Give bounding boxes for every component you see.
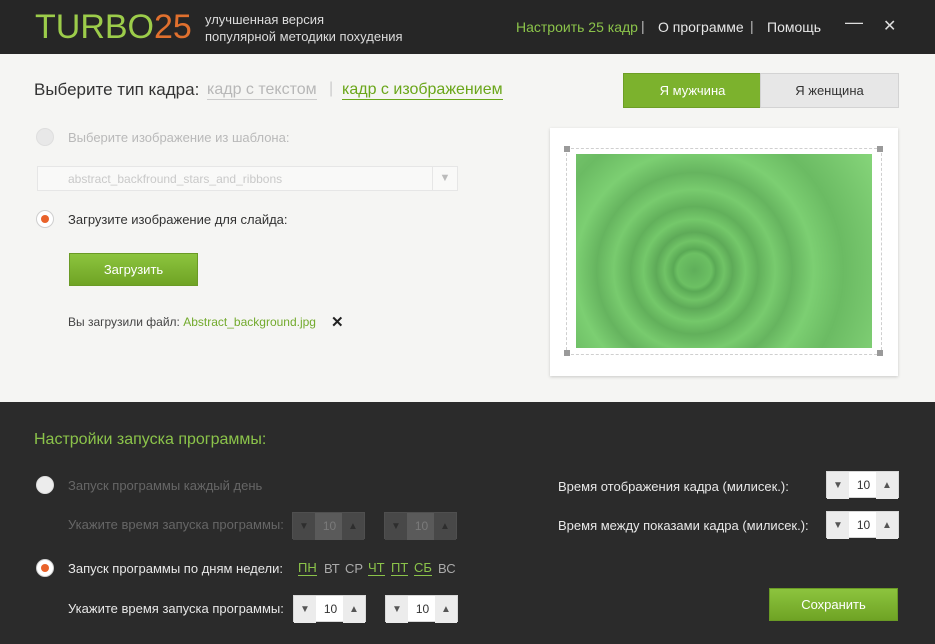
weekly-hours-value[interactable]: 10: [316, 596, 345, 623]
uploaded-prefix: Вы загрузили файл:: [68, 315, 180, 329]
tagline-line-2: популярной методики похудения: [205, 29, 403, 44]
daily-minutes-stepper[interactable]: ▼ 10 ▲: [384, 512, 457, 540]
remove-file-icon[interactable]: ✕: [331, 313, 344, 331]
daily-time-label: Укажите время запуска программы:: [68, 517, 284, 532]
close-icon[interactable]: ✕: [883, 16, 896, 36]
day-thu[interactable]: ЧТ: [368, 561, 385, 576]
between-time-stepper[interactable]: ▼ 10 ▲: [826, 511, 899, 539]
nav-about[interactable]: О программе: [658, 19, 744, 35]
between-time-value[interactable]: 10: [849, 512, 878, 539]
app-tagline: улучшенная версия популярной методики по…: [205, 11, 403, 45]
app-logo: TURBO25: [35, 8, 192, 47]
frame-type-image-link[interactable]: кадр с изображением: [342, 81, 503, 100]
weekly-minutes-value[interactable]: 10: [408, 596, 437, 623]
launch-settings-title: Настройки запуска программы:: [34, 431, 267, 448]
crop-handle[interactable]: [877, 146, 883, 152]
chevron-up-icon[interactable]: ▲: [342, 513, 364, 540]
display-time-stepper[interactable]: ▼ 10 ▲: [826, 471, 899, 499]
tagline-line-1: улучшенная версия: [205, 12, 324, 27]
day-fri[interactable]: ПТ: [391, 561, 409, 576]
minimize-icon[interactable]: —: [845, 12, 863, 33]
save-button[interactable]: Сохранить: [769, 588, 898, 621]
weekly-hours-stepper[interactable]: ▼ 10 ▲: [293, 595, 366, 623]
between-time-label: Время между показами кадра (милисек.):: [558, 518, 809, 533]
day-tue[interactable]: ВТ: [324, 561, 340, 576]
daily-hours-stepper[interactable]: ▼ 10 ▲: [292, 512, 365, 540]
day-wed[interactable]: СР: [345, 561, 363, 576]
uploaded-file-link[interactable]: Abstract_background.jpg: [183, 315, 316, 329]
chevron-up-icon[interactable]: ▲: [343, 596, 365, 623]
display-time-label: Время отображения кадра (милисек.):: [558, 479, 789, 494]
weekly-label: Запуск программы по дням недели:: [68, 561, 284, 576]
day-sat[interactable]: СБ: [414, 561, 432, 576]
frame-type-text-link[interactable]: кадр с текстом: [207, 81, 317, 100]
upload-button[interactable]: Загрузить: [69, 253, 198, 286]
image-preview: [550, 128, 898, 376]
chevron-down-icon[interactable]: ▼: [385, 513, 407, 540]
crop-handle[interactable]: [564, 146, 570, 152]
template-select[interactable]: abstract_backfround_stars_and_ribbons ▼: [37, 166, 458, 191]
upload-label: Загрузите изображение для слайда:: [68, 212, 288, 227]
daily-hours-value: 10: [315, 513, 344, 540]
chevron-down-icon: ▼: [432, 167, 457, 190]
chevron-down-icon[interactable]: ▼: [293, 513, 315, 540]
chevron-up-icon[interactable]: ▲: [435, 596, 457, 623]
day-sun[interactable]: ВС: [438, 561, 456, 576]
logo-number: 25: [154, 8, 192, 46]
frame-type-separator: |: [329, 80, 334, 97]
daily-label: Запуск программы каждый день: [68, 478, 263, 493]
upload-radio[interactable]: [36, 210, 54, 228]
nav-separator: |: [750, 18, 754, 34]
chevron-down-icon[interactable]: ▼: [386, 596, 408, 623]
chevron-down-icon[interactable]: ▼: [827, 512, 849, 539]
weekly-time-label: Укажите время запуска программы:: [68, 601, 284, 616]
weekly-minutes-stepper[interactable]: ▼ 10 ▲: [385, 595, 458, 623]
display-time-value[interactable]: 10: [849, 472, 878, 499]
gender-female-button[interactable]: Я женщина: [760, 73, 899, 108]
uploaded-image: [576, 154, 872, 348]
nav-separator: |: [641, 18, 645, 34]
chevron-down-icon[interactable]: ▼: [294, 596, 316, 623]
chevron-up-icon[interactable]: ▲: [876, 472, 898, 499]
chevron-up-icon[interactable]: ▲: [876, 512, 898, 539]
day-mon[interactable]: ПН: [298, 561, 317, 576]
daily-minutes-value: 10: [407, 513, 436, 540]
template-select-value: abstract_backfround_stars_and_ribbons: [68, 172, 283, 186]
frame-type-label: Выберите тип кадра:: [34, 80, 200, 99]
chevron-down-icon[interactable]: ▼: [827, 472, 849, 499]
chevron-up-icon[interactable]: ▲: [434, 513, 456, 540]
template-radio[interactable]: [36, 128, 54, 146]
logo-text: TURBO: [35, 8, 154, 46]
nav-help[interactable]: Помощь: [767, 19, 821, 35]
crop-handle[interactable]: [564, 350, 570, 356]
template-label: Выберите изображение из шаблона:: [68, 130, 290, 145]
gender-male-button[interactable]: Я мужчина: [623, 73, 762, 108]
uploaded-file-info: Вы загрузили файл: Abstract_background.j…: [68, 315, 316, 329]
nav-configure[interactable]: Настроить 25 кадр: [516, 19, 638, 35]
crop-handle[interactable]: [877, 350, 883, 356]
daily-radio[interactable]: [36, 476, 54, 494]
weekly-radio[interactable]: [36, 559, 54, 577]
